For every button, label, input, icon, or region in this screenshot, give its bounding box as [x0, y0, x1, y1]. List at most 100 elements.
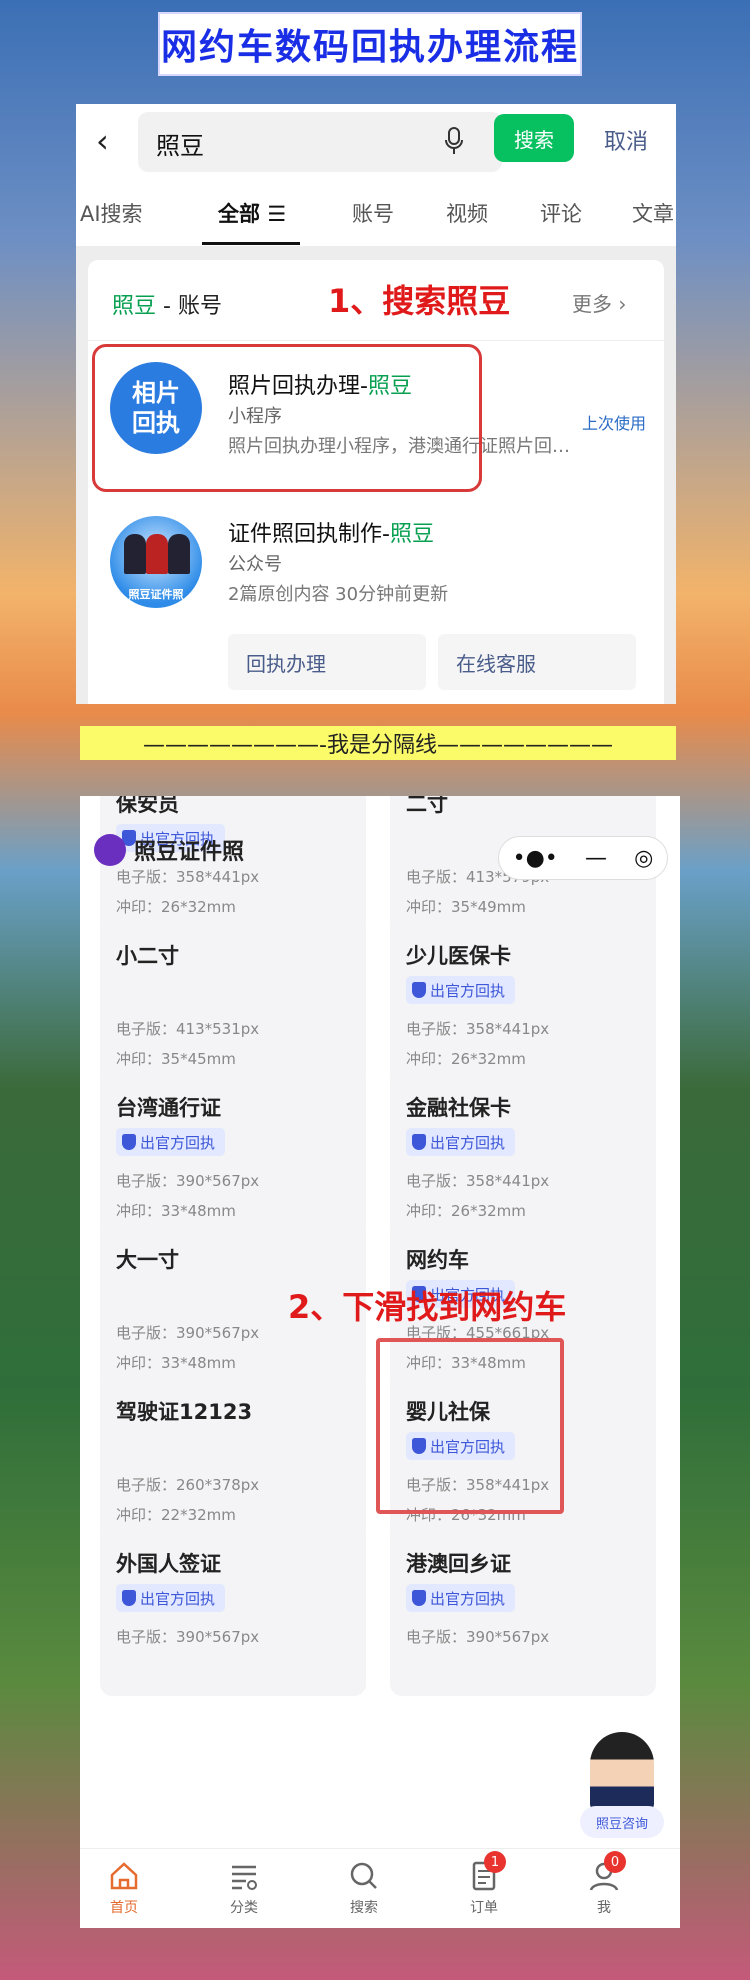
tab-ai-search[interactable]: AI搜索 [80, 198, 143, 228]
chevron-right-icon: › [618, 292, 627, 316]
official-account-logo[interactable]: 照豆证件照 [110, 516, 202, 608]
digital-size: 电子版：358*441px [406, 1172, 550, 1190]
home-icon [110, 1862, 138, 1890]
receipt-service-button[interactable]: 回执办理 [228, 634, 426, 690]
shield-icon [122, 1590, 136, 1606]
app-header: 照豆证件照 [94, 830, 244, 870]
digital-size: 电子版：413*531px [116, 1020, 260, 1038]
spec-card[interactable]: 港澳回乡证出官方回执电子版：390*567px [390, 1526, 656, 1696]
category-icon [232, 1865, 257, 1890]
me-count-badge: 0 [604, 1851, 626, 1873]
print-size: 冲印：26*32mm [116, 898, 236, 916]
tab-comment[interactable]: 评论 [540, 198, 582, 228]
microphone-icon[interactable] [444, 126, 464, 156]
spec-card[interactable]: 小二寸 电子版：413*531px 冲印：35*45mm [100, 918, 366, 1088]
person-silhouette [124, 534, 146, 574]
result-2-title-prefix: 证件照回执制作- [228, 522, 390, 547]
spec-card[interactable]: 金融社保卡 出官方回执 电子版：358*441px 冲印：26*32mm [390, 1070, 656, 1240]
search-button[interactable]: 搜索 [494, 114, 574, 162]
shield-icon [412, 1134, 426, 1150]
digital-size: 电子版：390*567px [116, 1172, 260, 1190]
search-bar: ‹ 照豆 搜索 取消 [76, 104, 676, 176]
filter-icon: ☰ [267, 202, 287, 226]
assistant-avatar[interactable] [590, 1732, 654, 1810]
online-support-button[interactable]: 在线客服 [438, 634, 636, 690]
tab-account[interactable]: 账号 [352, 198, 394, 228]
tabbar-orders-label: 订单 [470, 1900, 498, 1916]
cancel-button[interactable]: 取消 [604, 124, 648, 156]
print-size: 冲印：35*49mm [406, 898, 526, 916]
last-used-badge: 上次使用 [582, 414, 647, 433]
account-results-card: 照豆 - 账号 1、搜索照豆 更多 › 相片 回执 照片回执办理-照豆 小程序 上… [88, 260, 664, 704]
search-tabs: AI搜索 全部 ☰ 账号 视频 评论 文章 [76, 176, 676, 246]
tabbar-category[interactable]: 分类 [214, 1859, 274, 1917]
highlight-box-2 [376, 1338, 564, 1514]
orders-count-badge: 1 [484, 1851, 506, 1873]
badge-label: 出官方回执 [430, 981, 506, 1000]
print-size: 冲印：26*32mm [406, 1050, 526, 1068]
search-input[interactable]: 照豆 [138, 112, 502, 172]
tabbar-search-label: 搜索 [350, 1900, 378, 1916]
badge-label: 出官方回执 [140, 1589, 216, 1608]
official-receipt-badge: 出官方回执 [406, 1584, 516, 1612]
official-receipt-badge: 出官方回执 [406, 976, 516, 1004]
result-2-meta: 2篇原创内容 30分钟前更新 [228, 584, 449, 605]
tab-article[interactable]: 文章 [632, 198, 674, 228]
spec-name: 台湾通行证 [116, 1096, 221, 1120]
result-2-type: 公众号 [228, 554, 282, 575]
person-silhouette [168, 534, 190, 574]
back-arrow-icon[interactable]: ‹ [96, 122, 109, 160]
spec-name: 二寸 [406, 796, 448, 816]
digital-size: 电子版：358*441px [406, 1020, 550, 1038]
search-query: 照豆 [156, 132, 204, 160]
official-receipt-badge: 出官方回执 [116, 1128, 226, 1156]
search-icon [350, 1862, 377, 1889]
spec-name: 保安员 [116, 796, 179, 816]
digital-size: 电子版：260*378px [116, 1476, 260, 1494]
active-tab-underline [202, 242, 300, 245]
spec-name: 外国人签证 [116, 1552, 221, 1576]
tab-video[interactable]: 视频 [446, 198, 488, 228]
spec-card[interactable]: 驾驶证12123 电子版：260*378px 冲印：22*32mm [100, 1374, 366, 1544]
result-2-title[interactable]: 证件照回执制作-照豆 [228, 516, 434, 548]
more-link[interactable]: 更多 › [572, 288, 626, 317]
spec-name: 港澳回乡证 [406, 1552, 511, 1576]
page-title: 网约车数码回执办理流程 [158, 12, 582, 76]
spec-name: 金融社保卡 [406, 1096, 511, 1120]
shield-icon [412, 982, 426, 998]
card-heading-brand: 照豆 [112, 294, 157, 319]
shield-icon [412, 1590, 426, 1606]
spec-name: 少儿医保卡 [406, 944, 511, 968]
tabbar-home[interactable]: 首页 [94, 1859, 154, 1917]
digital-size: 电子版：390*567px [116, 1324, 260, 1342]
close-target-icon[interactable]: ◎ [634, 846, 653, 871]
spec-card[interactable]: 台湾通行证出官方回执电子版：390*567px 冲印：33*48mm [100, 1070, 366, 1240]
digital-size: 电子版：390*567px [406, 1628, 550, 1646]
print-size: 冲印：33*48mm [116, 1202, 236, 1220]
more-label: 更多 [572, 292, 612, 316]
spec-name: 驾驶证12123 [116, 1400, 253, 1424]
spec-card[interactable]: 少儿医保卡出官方回执电子版：358*441px 冲印：26*32mm [390, 918, 656, 1088]
badge-label: 出官方回执 [430, 1589, 506, 1608]
tabbar-orders[interactable]: 订单 1 [454, 1851, 514, 1917]
person-silhouette [146, 534, 168, 574]
tabbar-home-label: 首页 [110, 1900, 138, 1916]
result-2-title-brand: 照豆 [389, 522, 434, 547]
bottom-tabbar: 首页 分类 搜索 订单 1 我 0 [80, 1848, 680, 1928]
print-size: 冲印：22*32mm [116, 1506, 236, 1524]
minimize-icon[interactable]: — [585, 846, 607, 871]
consult-button[interactable]: 照豆咨询 [580, 1806, 664, 1838]
tab-all[interactable]: 全部 ☰ [218, 198, 286, 228]
tabbar-me[interactable]: 我 0 [574, 1851, 634, 1917]
print-size: 冲印：26*32mm [406, 1202, 526, 1220]
shield-icon [122, 1134, 136, 1150]
tab-all-label: 全部 [218, 202, 260, 226]
tabbar-search[interactable]: 搜索 [334, 1859, 394, 1917]
card-heading-suffix: - 账号 [156, 294, 222, 319]
more-dots-icon[interactable]: •●• [513, 846, 558, 871]
spec-card[interactable]: 外国人签证 出官方回执 电子版：390*567px [100, 1526, 366, 1696]
separator-banner: ————————-我是分隔线———————— [80, 726, 676, 760]
official-receipt-badge: 出官方回执 [116, 1584, 226, 1612]
card-heading: 照豆 - 账号 [112, 288, 222, 320]
app-name: 照豆证件照 [134, 840, 245, 865]
